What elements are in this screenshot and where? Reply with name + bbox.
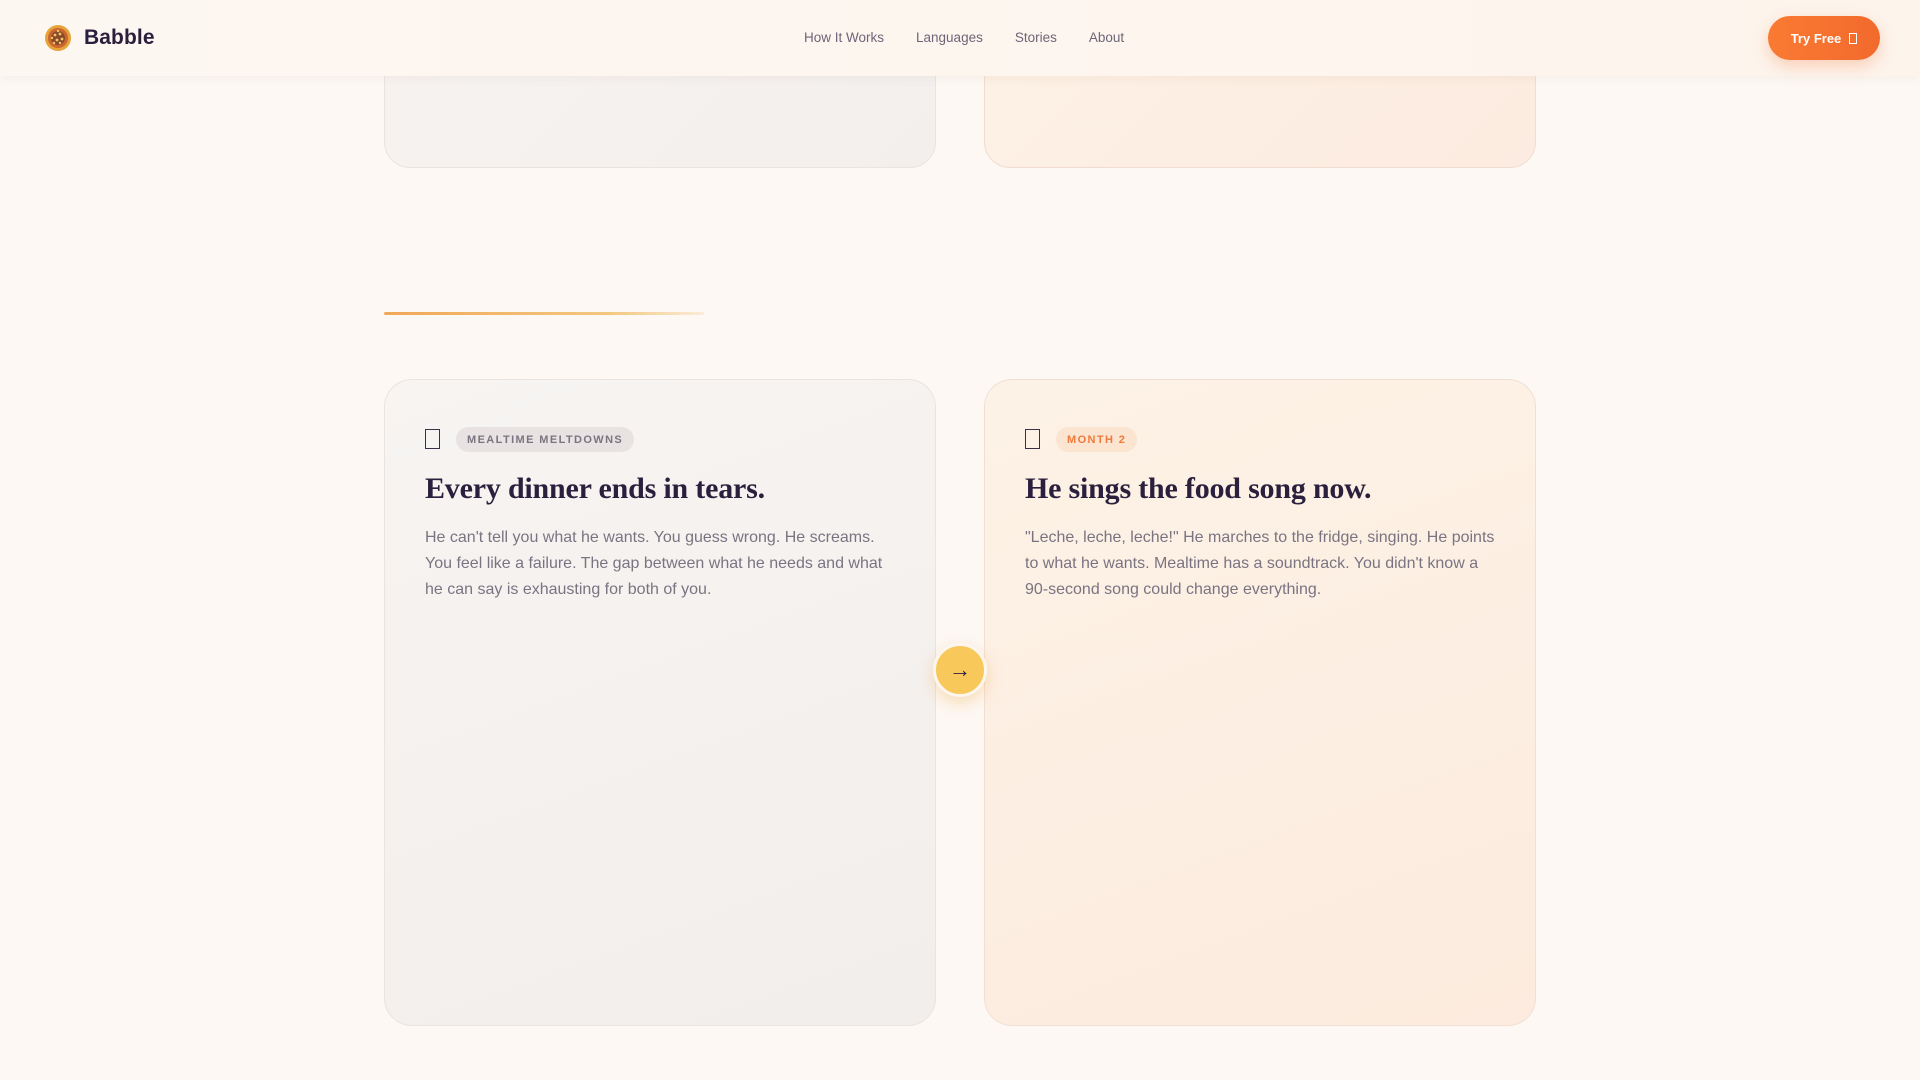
tag-badge: MEALTIME MELTDOWNS [456,426,635,452]
sunflower-icon [45,25,71,51]
top-navbar: Babble How It Works Languages Stories Ab… [0,0,1920,76]
arrow-right-icon[interactable]: → [933,643,987,697]
try-free-label: Try Free [1790,30,1842,46]
card-title: He sings the food song now. [1025,472,1372,505]
nav-link-about[interactable]: About [1089,30,1124,45]
card-text: He can't tell you what he wants. You gue… [425,529,883,598]
tag-row: MONTH 2 [1025,426,1495,452]
brand-home-link[interactable]: Babble [44,24,155,52]
tag-row: MEALTIME MELTDOWNS [425,426,895,452]
main-menu: How It Works Languages Stories About [804,30,1124,45]
section-divider [384,312,704,315]
brand-name: Babble [84,26,155,49]
story-card-after: MONTH 2 He sings the food song now. "Lec… [984,379,1536,1026]
square-icon [1849,32,1858,44]
tag-badge: MONTH 2 [1056,426,1138,452]
nav-link-how-it-works[interactable]: How It Works [804,30,884,45]
card-text: "Leche, leche, leche!" He marches to the… [1025,529,1495,598]
bookmark-icon [1025,429,1040,449]
bookmark-icon [425,429,440,449]
card-title: Every dinner ends in tears. [425,472,765,505]
story-card-before: MEALTIME MELTDOWNS Every dinner ends in … [384,379,936,1026]
try-free-button[interactable]: Try Free [1768,16,1880,60]
nav-link-stories[interactable]: Stories [1015,30,1057,45]
nav-link-languages[interactable]: Languages [916,30,983,45]
